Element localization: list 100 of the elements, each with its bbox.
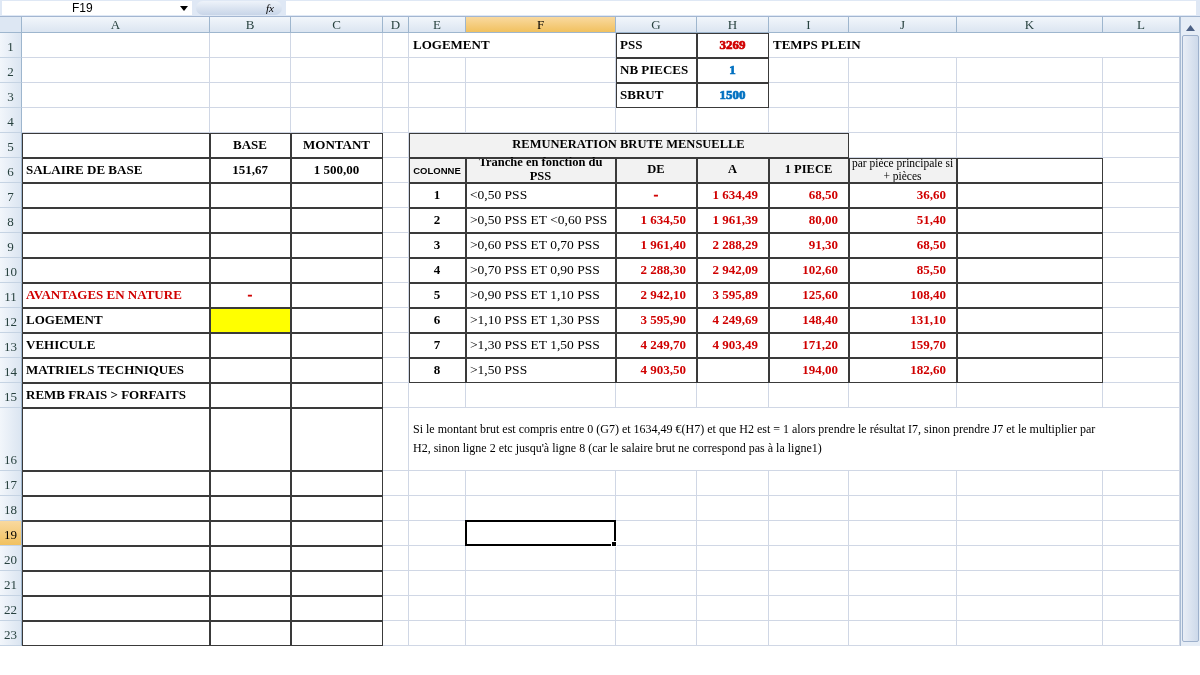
formula-field[interactable]: [285, 1, 1196, 15]
grid-cell[interactable]: [210, 596, 291, 621]
column-header[interactable]: K: [957, 17, 1103, 33]
row-header[interactable]: 13: [0, 333, 22, 358]
row-header[interactable]: 22: [0, 596, 22, 621]
grid-cell[interactable]: [210, 233, 291, 258]
row-header[interactable]: 6: [0, 158, 22, 183]
grid-cell[interactable]: [210, 183, 291, 208]
grid-cell[interactable]: [291, 471, 383, 496]
row-header[interactable]: 20: [0, 546, 22, 571]
grid-cell[interactable]: [957, 308, 1103, 333]
grid-cell[interactable]: [291, 283, 383, 308]
active-cell[interactable]: [465, 520, 616, 546]
row-header[interactable]: 3: [0, 83, 22, 108]
grid-cell[interactable]: [22, 183, 210, 208]
column-header[interactable]: H: [697, 17, 769, 33]
row-header[interactable]: 18: [0, 496, 22, 521]
row-header[interactable]: 16: [0, 408, 22, 471]
grid-cell[interactable]: [291, 358, 383, 383]
grid-cell[interactable]: [291, 208, 383, 233]
row-header[interactable]: 7: [0, 183, 22, 208]
grid-cell[interactable]: [22, 521, 210, 546]
highlighted-cell[interactable]: [210, 308, 291, 333]
grid-cell[interactable]: [210, 621, 291, 646]
grid-cell[interactable]: [291, 596, 383, 621]
grid-cell[interactable]: [22, 471, 210, 496]
row-header[interactable]: 21: [0, 571, 22, 596]
grid-cell[interactable]: [210, 208, 291, 233]
column-header[interactable]: L: [1103, 17, 1180, 33]
column-header[interactable]: J: [849, 17, 957, 33]
function-button[interactable]: fx: [196, 1, 282, 15]
fill-handle[interactable]: [611, 541, 617, 547]
grid-cell[interactable]: [291, 546, 383, 571]
row-header[interactable]: 17: [0, 471, 22, 496]
row-header[interactable]: 8: [0, 208, 22, 233]
row-header[interactable]: 1: [0, 33, 22, 58]
column-header[interactable]: B: [210, 17, 291, 33]
grid-cell[interactable]: [22, 408, 210, 471]
row-header[interactable]: 14: [0, 358, 22, 383]
grid-cell[interactable]: [291, 233, 383, 258]
grid-cell[interactable]: [957, 358, 1103, 383]
row-header[interactable]: 15: [0, 383, 22, 408]
row-header[interactable]: 5: [0, 133, 22, 158]
grid-cell[interactable]: [210, 571, 291, 596]
grid-cell[interactable]: [957, 208, 1103, 233]
select-all-button[interactable]: [0, 17, 22, 33]
column-header[interactable]: C: [291, 17, 383, 33]
grid-cell[interactable]: [291, 571, 383, 596]
row-header[interactable]: 2: [0, 58, 22, 83]
grid-cell[interactable]: [210, 521, 291, 546]
grid-cell[interactable]: [210, 383, 291, 408]
grid-cell[interactable]: [22, 571, 210, 596]
column-header[interactable]: I: [769, 17, 849, 33]
row-header[interactable]: 19: [0, 521, 22, 546]
grid-cell[interactable]: [291, 258, 383, 283]
grid-cell[interactable]: [291, 383, 383, 408]
grid-cell[interactable]: [22, 596, 210, 621]
grid-cell[interactable]: [291, 333, 383, 358]
column-header[interactable]: G: [616, 17, 697, 33]
grid-cell[interactable]: [22, 233, 210, 258]
grid-cell[interactable]: [22, 546, 210, 571]
grid-cell[interactable]: [210, 408, 291, 471]
scrollbar-thumb[interactable]: [1182, 35, 1199, 642]
column-header[interactable]: E: [409, 17, 466, 33]
name-box[interactable]: F19: [2, 1, 192, 15]
grid-cell[interactable]: [210, 496, 291, 521]
column-header[interactable]: A: [22, 17, 210, 33]
grid-cell[interactable]: [291, 621, 383, 646]
row-header[interactable]: 4: [0, 108, 22, 133]
grid-cell[interactable]: [957, 183, 1103, 208]
grid-cell[interactable]: [957, 283, 1103, 308]
grid-cell[interactable]: [210, 333, 291, 358]
grid-cell[interactable]: [697, 358, 769, 383]
grid-cell[interactable]: [22, 208, 210, 233]
grid-cell[interactable]: [210, 546, 291, 571]
grid-cell[interactable]: [22, 258, 210, 283]
grid-cell[interactable]: [291, 496, 383, 521]
row-header[interactable]: 23: [0, 621, 22, 646]
row-header[interactable]: 11: [0, 283, 22, 308]
grid-cell[interactable]: [210, 471, 291, 496]
grid-cell[interactable]: [210, 358, 291, 383]
grid-cell[interactable]: [957, 233, 1103, 258]
grid-cell[interactable]: [291, 521, 383, 546]
vertical-scrollbar[interactable]: [1180, 17, 1200, 646]
up-arrow-icon[interactable]: [1186, 25, 1195, 31]
grid-cell[interactable]: [291, 408, 383, 471]
grid-cell[interactable]: [22, 133, 210, 158]
grid-cell[interactable]: [22, 621, 210, 646]
row-header[interactable]: 10: [0, 258, 22, 283]
grid-cell[interactable]: [291, 308, 383, 333]
row-header[interactable]: 12: [0, 308, 22, 333]
row-header[interactable]: 9: [0, 233, 22, 258]
column-header[interactable]: D: [383, 17, 409, 33]
grid-cell[interactable]: [210, 258, 291, 283]
grid-cell[interactable]: [22, 496, 210, 521]
grid-cell[interactable]: [957, 333, 1103, 358]
grid-cell[interactable]: [291, 183, 383, 208]
grid-cell[interactable]: [957, 158, 1103, 183]
column-header[interactable]: F: [466, 17, 616, 33]
grid-cell[interactable]: [957, 258, 1103, 283]
